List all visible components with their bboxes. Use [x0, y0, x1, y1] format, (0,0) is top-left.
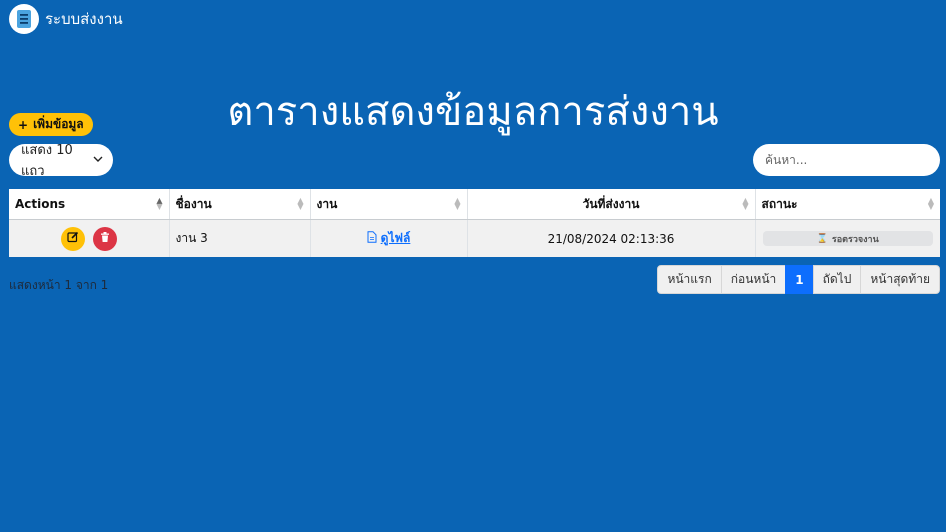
status-cell: ⌛ รอตรวจงาน	[755, 219, 940, 257]
hourglass-icon: ⌛	[816, 233, 828, 244]
table-header-row: Actions ▲ ▼ ชื่องาน ▲ ▼ งาน ▲ ▼ วันที่ส่งงา…	[9, 189, 940, 220]
sort-icon: ▲ ▼	[454, 196, 461, 211]
document-list-icon	[9, 4, 39, 34]
submissions-table: Actions ▲ ▼ ชื่องาน ▲ ▼ งาน ▲ ▼ วันที่ส่งงา…	[9, 189, 940, 257]
column-header-name[interactable]: ชื่องาน ▲ ▼	[169, 189, 311, 220]
page-info: แสดงหน้า 1 จาก 1	[9, 278, 109, 292]
sort-icon: ▲ ▼	[297, 196, 304, 211]
page-1-button[interactable]: 1	[785, 265, 814, 294]
chevron-down-icon	[93, 153, 103, 168]
column-header-file[interactable]: งาน ▲ ▼	[310, 189, 468, 220]
view-file-label: ดูไฟล์	[380, 231, 411, 245]
brand-title: ระบบส่งงาน	[45, 10, 123, 28]
pencil-square-icon	[67, 231, 79, 246]
rows-per-page-label: แสดง 10 แถว	[21, 143, 73, 179]
brand[interactable]: ระบบส่งงาน	[9, 4, 123, 34]
sort-icon: ▲ ▼	[927, 196, 934, 211]
add-data-label: เพิ่มข้อมูล	[33, 117, 84, 131]
sort-icon: ▲ ▼	[742, 196, 749, 211]
add-data-button[interactable]: + เพิ่มข้อมูล	[9, 113, 93, 136]
prev-page-button[interactable]: ก่อนหน้า	[720, 265, 787, 294]
trash-icon	[99, 231, 111, 246]
edit-button[interactable]	[60, 226, 85, 251]
status-badge: ⌛ รอตรวจงาน	[762, 231, 933, 246]
page-title: ตารางแสดงข้อมูลการส่งงาน	[227, 88, 719, 135]
plus-icon: +	[18, 117, 29, 132]
column-header-status[interactable]: สถานะ ▲ ▼	[755, 189, 940, 220]
delete-button[interactable]	[92, 226, 117, 251]
rows-per-page-select[interactable]: แสดง 10 แถว	[9, 143, 113, 179]
column-header-actions[interactable]: Actions ▲ ▼	[9, 189, 170, 220]
status-label: รอตรวจงาน	[831, 234, 879, 245]
file-cell: ดูไฟล์	[310, 219, 468, 257]
last-page-button[interactable]: หน้าสุดท้าย	[860, 265, 940, 294]
first-page-button[interactable]: หน้าแรก	[657, 265, 722, 294]
file-icon	[367, 231, 377, 246]
task-name-cell: งาน 3	[169, 219, 311, 257]
search-input[interactable]	[753, 144, 940, 176]
submitted-at-cell: 21/08/2024 02:13:36	[467, 219, 756, 257]
view-file-link[interactable]: ดูไฟล์	[367, 229, 411, 248]
column-header-submitted-at[interactable]: วันที่ส่งงาน ▲ ▼	[467, 189, 756, 220]
next-page-button[interactable]: ถัดไป	[812, 265, 862, 294]
actions-cell	[9, 219, 170, 257]
sort-asc-icon: ▲ ▼	[156, 196, 163, 211]
table-row: งาน 3 ดูไฟล์ 21/08/2024 02:13:36 ⌛ รอตรว…	[9, 219, 940, 257]
pagination: หน้าแรก ก่อนหน้า 1 ถัดไป หน้าสุดท้าย	[657, 265, 940, 294]
